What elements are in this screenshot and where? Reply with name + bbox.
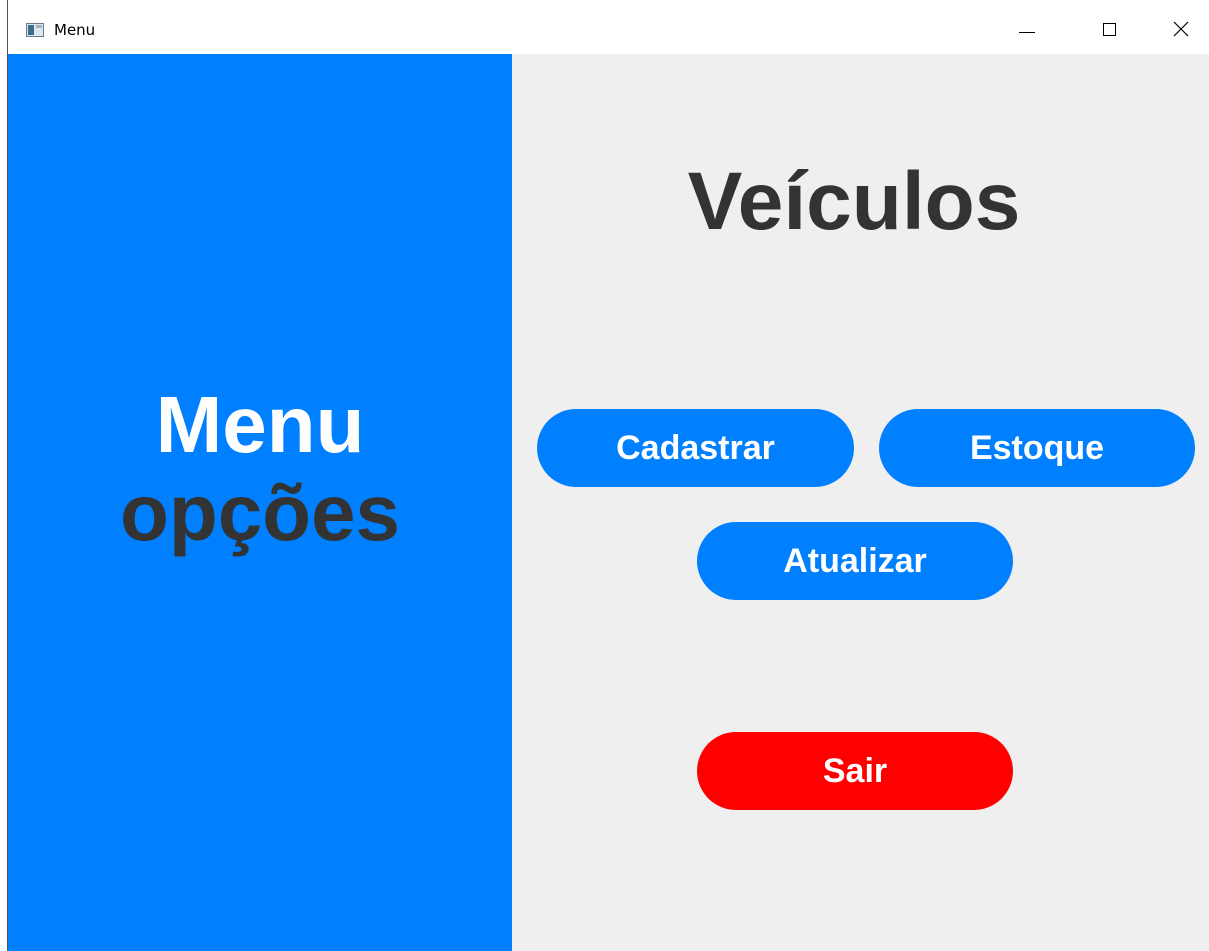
close-button[interactable] <box>1158 0 1204 54</box>
sidebar-subtitle: opções <box>119 468 401 557</box>
main-panel: Veículos Cadastrar Estoque Atualizar Sai… <box>512 54 1209 951</box>
close-icon <box>1173 17 1189 37</box>
atualizar-button[interactable]: Atualizar <box>697 522 1013 600</box>
window-title: Menu <box>54 21 96 39</box>
sidebar-panel: Menu opções <box>8 54 512 951</box>
maximize-icon <box>1102 22 1116 36</box>
estoque-button[interactable]: Estoque <box>879 409 1195 487</box>
sidebar-title: Menu <box>155 380 365 469</box>
title-bar[interactable]: Menu <box>0 0 1209 54</box>
minimize-button[interactable] <box>1004 0 1050 54</box>
cadastrar-button[interactable]: Cadastrar <box>537 409 854 487</box>
app-icon <box>26 23 44 37</box>
maximize-button[interactable] <box>1086 0 1132 54</box>
application-window: Menu Menu opções Veículos Cadastrar Esto… <box>0 0 1209 951</box>
page-title: Veículos <box>687 156 1021 247</box>
minimize-icon <box>1019 31 1035 33</box>
sair-button[interactable]: Sair <box>697 732 1013 810</box>
